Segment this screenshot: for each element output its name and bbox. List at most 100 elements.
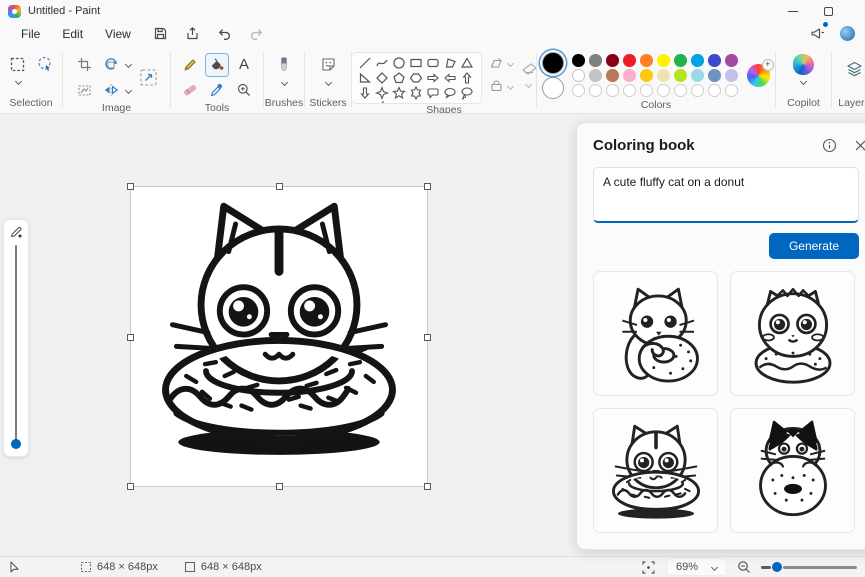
shape-rectangle[interactable] [409,56,423,70]
palette-color[interactable] [725,54,738,67]
copilot-dropdown-chevron[interactable] [799,77,808,86]
shape-fill-icon[interactable] [489,79,504,94]
selection-handle-bottom-center[interactable] [276,483,283,490]
palette-color[interactable] [708,69,721,82]
share-button[interactable] [180,23,206,45]
shape-thought-bubble[interactable] [460,86,474,100]
shape-ellipse[interactable] [392,56,406,70]
shape-arrow-down[interactable] [358,86,372,100]
palette-empty-slot[interactable] [640,84,653,97]
palette-color[interactable] [674,69,687,82]
menu-edit[interactable]: Edit [51,24,94,44]
maximize-button[interactable] [824,6,833,16]
text-tool[interactable]: A [232,53,256,77]
palette-empty-slot[interactable] [623,84,636,97]
palette-color[interactable] [589,54,602,67]
shape-hexagon[interactable] [409,71,423,85]
shape-style-icon[interactable] [520,60,538,76]
palette-color[interactable] [606,69,619,82]
palette-color[interactable] [708,54,721,67]
palette-color[interactable] [691,69,704,82]
palette-color[interactable] [725,69,738,82]
palette-empty-slot[interactable] [674,84,687,97]
stickers-button[interactable] [316,52,340,76]
color-picker-tool[interactable] [205,78,229,102]
palette-empty-slot[interactable] [691,84,704,97]
layers-button[interactable] [842,57,865,81]
selection-handle-bottom-right[interactable] [424,483,431,490]
minimize-button[interactable] [788,10,798,12]
resize-button[interactable] [137,65,161,89]
shape-speech-bubble[interactable] [426,86,440,100]
palette-color[interactable] [657,54,670,67]
zoom-out-icon[interactable] [737,560,751,574]
zoom-slider[interactable] [761,562,857,572]
info-icon[interactable] [822,138,837,153]
brushes-dropdown-chevron[interactable] [280,78,288,87]
shape-arrow-up[interactable] [460,71,474,85]
shape-arrow-left[interactable] [443,71,457,85]
palette-color[interactable] [657,69,670,82]
selection-dropdown-chevron[interactable] [14,77,22,86]
thumbnail-cat-head-in-donut[interactable] [593,408,718,533]
palette-color[interactable] [640,54,653,67]
shape-curve[interactable] [375,56,389,70]
shape-heart[interactable] [358,101,372,105]
palette-empty-slot[interactable] [657,84,670,97]
selection-handle-top-left[interactable] [127,183,134,190]
palette-color[interactable] [589,69,602,82]
palette-color[interactable] [572,54,585,67]
palette-color[interactable] [674,54,687,67]
thumbnail-tuxedo-cat-on-donut[interactable] [730,408,855,533]
crop-button[interactable] [73,52,97,76]
shape-diamond[interactable] [375,71,389,85]
close-icon[interactable] [854,139,865,152]
shape-style-dropdown-chevron[interactable] [524,80,533,89]
palette-color[interactable] [623,69,636,82]
shape-lightning[interactable] [375,100,389,105]
magnifier-tool[interactable] [232,78,256,102]
background-color-swatch[interactable] [542,77,565,99]
size-slider-track[interactable] [14,245,18,443]
shape-pentagon[interactable] [392,71,406,85]
palette-empty-slot[interactable] [572,84,585,97]
shape-rounded-rectangle[interactable] [426,56,440,70]
shape-line[interactable] [358,56,372,70]
palette-empty-slot[interactable] [589,84,602,97]
selection-handle-middle-right[interactable] [424,334,431,341]
redo-button[interactable] [244,23,270,45]
selection-handle-bottom-left[interactable] [127,483,134,490]
flip-dropdown-chevron[interactable] [124,86,132,94]
thumbnail-cat-hugging-donut[interactable] [593,271,718,396]
zoom-slider-thumb[interactable] [772,562,782,572]
edit-colors-button[interactable] [746,59,774,87]
palette-empty-slot[interactable] [708,84,721,97]
shape-right-triangle[interactable] [358,71,372,85]
foreground-color-swatch[interactable] [542,52,565,74]
palette-color[interactable] [640,69,653,82]
prompt-input[interactable]: A cute fluffy cat on a donut [593,167,859,223]
menu-view[interactable]: View [94,24,142,44]
palette-empty-slot[interactable] [725,84,738,97]
thumbnail-fluffy-cat-on-donut[interactable] [730,271,855,396]
pencil-tool[interactable] [178,53,202,77]
save-button[interactable] [148,23,174,45]
palette-empty-slot[interactable] [606,84,619,97]
rectangle-select-button[interactable] [5,52,29,76]
palette-color[interactable] [572,69,585,82]
shape-four-point-star[interactable] [375,85,389,100]
fit-to-screen-icon[interactable] [641,560,656,575]
menu-file[interactable]: File [10,24,51,44]
palette-color[interactable] [691,54,704,67]
shape-round-speech-bubble[interactable] [443,86,457,100]
fill-tool[interactable] [205,52,229,77]
selection-handle-top-right[interactable] [424,183,431,190]
canvas[interactable] [127,183,431,490]
shape-five-point-star[interactable] [392,85,406,100]
rotate-dropdown-chevron[interactable] [124,60,132,68]
magic-select-button[interactable] [73,78,97,102]
stickers-dropdown-chevron[interactable] [324,78,332,87]
feedback-button[interactable] [810,21,828,43]
eraser-tool[interactable] [178,78,202,102]
generate-button[interactable]: Generate [768,233,859,259]
